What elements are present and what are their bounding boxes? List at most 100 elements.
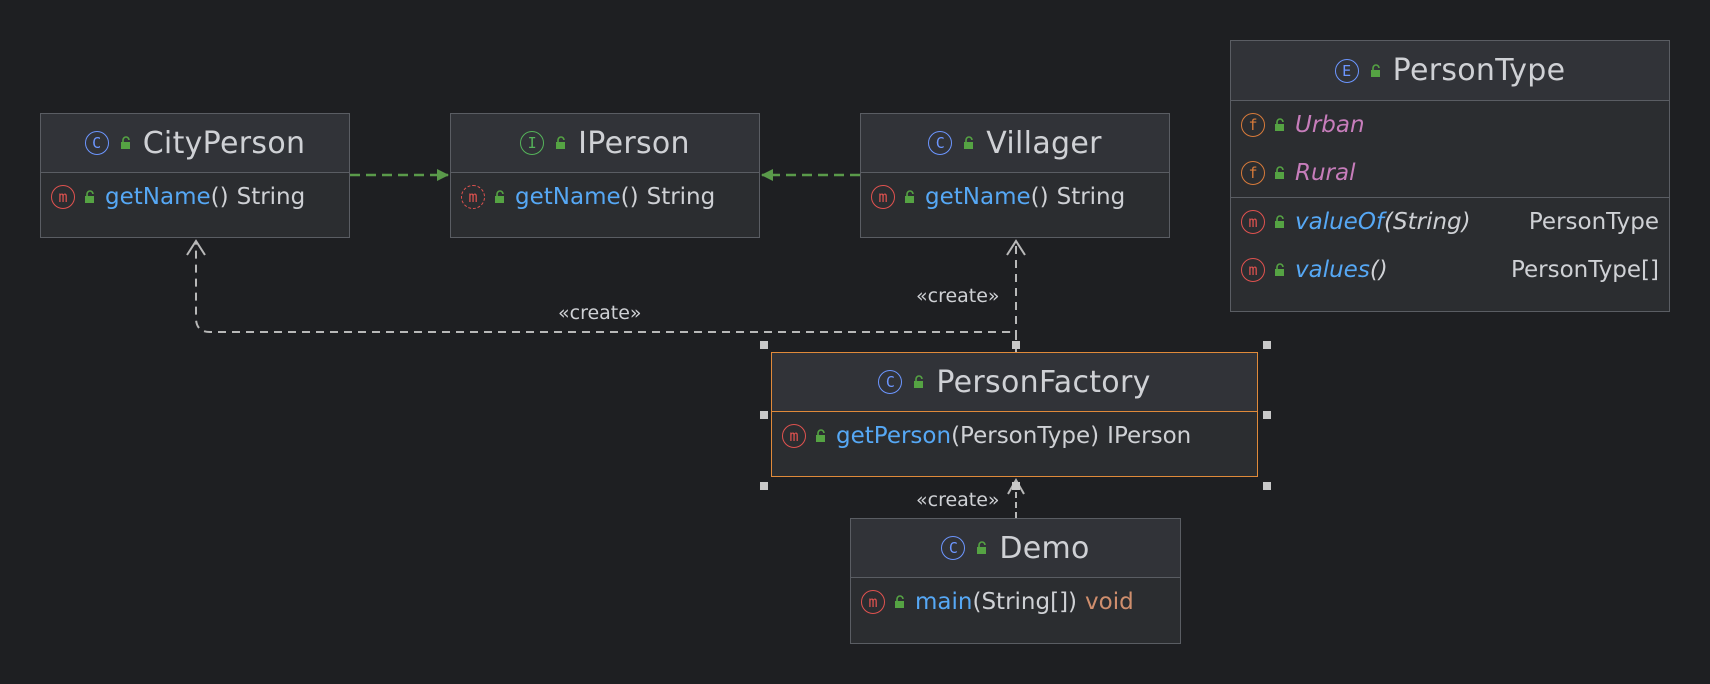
resize-handle-bottom-left[interactable] [760,482,768,490]
public-lock-icon [1275,166,1284,179]
method-name: valueOf [1295,209,1385,235]
public-lock-icon [556,136,566,149]
method-icon: m [861,590,885,614]
resize-handle-middle-right[interactable] [1263,411,1271,419]
edge-label-create-cityperson: «create» [558,302,642,324]
method-return-type: String [1056,184,1126,210]
edge-factory-creates-cityperson[interactable] [195,242,1017,340]
public-lock-icon [120,136,130,149]
interface-node-iperson[interactable]: I IPerson m getName() String [450,113,760,238]
class-node-demo[interactable]: C Demo m main(String[]) void [850,518,1181,644]
node-header: C Demo [851,519,1180,578]
node-header: E PersonType [1231,41,1669,101]
public-lock-icon [1275,118,1284,131]
public-lock-icon [495,190,504,203]
method-paren-open: ( [951,423,961,449]
node-title: PersonFactory [936,364,1151,400]
field-name: Urban [1295,112,1365,138]
class-icon: C [878,370,903,394]
class-icon: C [928,131,953,155]
method-row-values[interactable]: m values() PersonType[] [1231,246,1669,294]
interface-icon: I [520,131,545,155]
method-row[interactable]: m getName() String [861,173,1169,221]
method-name: getName [105,184,211,210]
node-header: C Villager [861,114,1169,173]
method-return-type: PersonType [1528,209,1659,235]
method-paren-close: ) [219,184,229,210]
public-lock-icon [977,541,987,554]
method-row[interactable]: m getName() String [41,173,349,221]
node-title: Villager [986,125,1102,161]
resize-handle-top-center[interactable] [1012,341,1020,349]
method-paren-close: ) [1039,184,1049,210]
method-return-type: String [646,184,716,210]
public-lock-icon [1275,263,1284,276]
method-icon: m [1241,258,1265,282]
method-paren-open: ( [620,184,630,210]
public-lock-icon [895,595,904,608]
public-lock-icon [816,429,825,442]
enum-node-persontype[interactable]: E PersonType f Urban f Rural m valueOf(S… [1230,40,1670,312]
method-name: getName [515,184,621,210]
method-icon: m [871,185,895,209]
method-row[interactable]: m main(String[]) void [851,578,1180,626]
method-row[interactable]: m getPerson(PersonType) IPerson [772,412,1257,460]
method-paren-close: ) [1378,257,1388,283]
resize-handle-top-left[interactable] [760,341,768,349]
method-name: getPerson [836,423,952,449]
edge-label-create-villager: «create» [916,285,1000,307]
method-name: main [915,589,973,615]
node-header: I IPerson [451,114,759,173]
resize-handle-middle-left[interactable] [760,411,768,419]
node-header: C PersonFactory [772,353,1257,412]
method-icon: m [51,185,75,209]
class-icon: C [84,131,109,155]
class-node-cityperson[interactable]: C CityPerson m getName() String [40,113,350,238]
method-param-type: String [1393,209,1462,235]
method-paren-open: ( [1384,209,1394,235]
public-lock-icon [905,190,914,203]
method-name: getName [925,184,1031,210]
class-icon: C [941,536,966,560]
resize-handle-top-right[interactable] [1263,341,1271,349]
method-param-type: String[] [981,589,1069,615]
method-row-valueof[interactable]: m valueOf(String) PersonType [1231,197,1669,246]
node-title: IPerson [578,125,690,161]
method-paren-open: ( [1369,257,1379,283]
class-node-villager[interactable]: C Villager m getName() String [860,113,1170,238]
method-return-type: PersonType[] [1510,257,1659,283]
method-name: values [1295,257,1370,283]
field-icon: f [1241,161,1265,185]
method-paren-close: ) [629,184,639,210]
field-row-rural[interactable]: f Rural [1231,149,1669,197]
resize-handle-bottom-center[interactable] [1012,482,1020,490]
method-row[interactable]: m getName() String [451,173,759,221]
method-icon: m [782,424,806,448]
field-icon: f [1241,113,1265,137]
method-paren-close: ) [1461,209,1471,235]
abstract-method-icon: m [461,185,485,209]
class-node-personfactory[interactable]: C PersonFactory m getPerson(PersonType) … [771,352,1258,477]
method-icon: m [1241,210,1265,234]
public-lock-icon [1370,63,1380,77]
edge-label-create-factory: «create» [916,489,1000,511]
public-lock-icon [85,190,94,203]
node-title: Demo [999,530,1090,566]
public-lock-icon [914,375,924,388]
method-return-type: void [1085,589,1134,615]
field-name: Rural [1295,160,1356,186]
method-paren-open: ( [210,184,220,210]
enum-icon: E [1334,58,1359,83]
method-return-type: IPerson [1107,423,1192,449]
method-paren-close: ) [1090,423,1100,449]
field-row-urban[interactable]: f Urban [1231,101,1669,149]
public-lock-icon [1275,215,1284,228]
method-param-type: PersonType [960,423,1091,449]
method-paren-open: ( [1030,184,1040,210]
public-lock-icon [964,136,974,149]
method-paren-close: ) [1068,589,1078,615]
method-return-type: String [236,184,306,210]
node-header: C CityPerson [41,114,349,173]
node-title: CityPerson [142,125,306,161]
resize-handle-bottom-right[interactable] [1263,482,1271,490]
